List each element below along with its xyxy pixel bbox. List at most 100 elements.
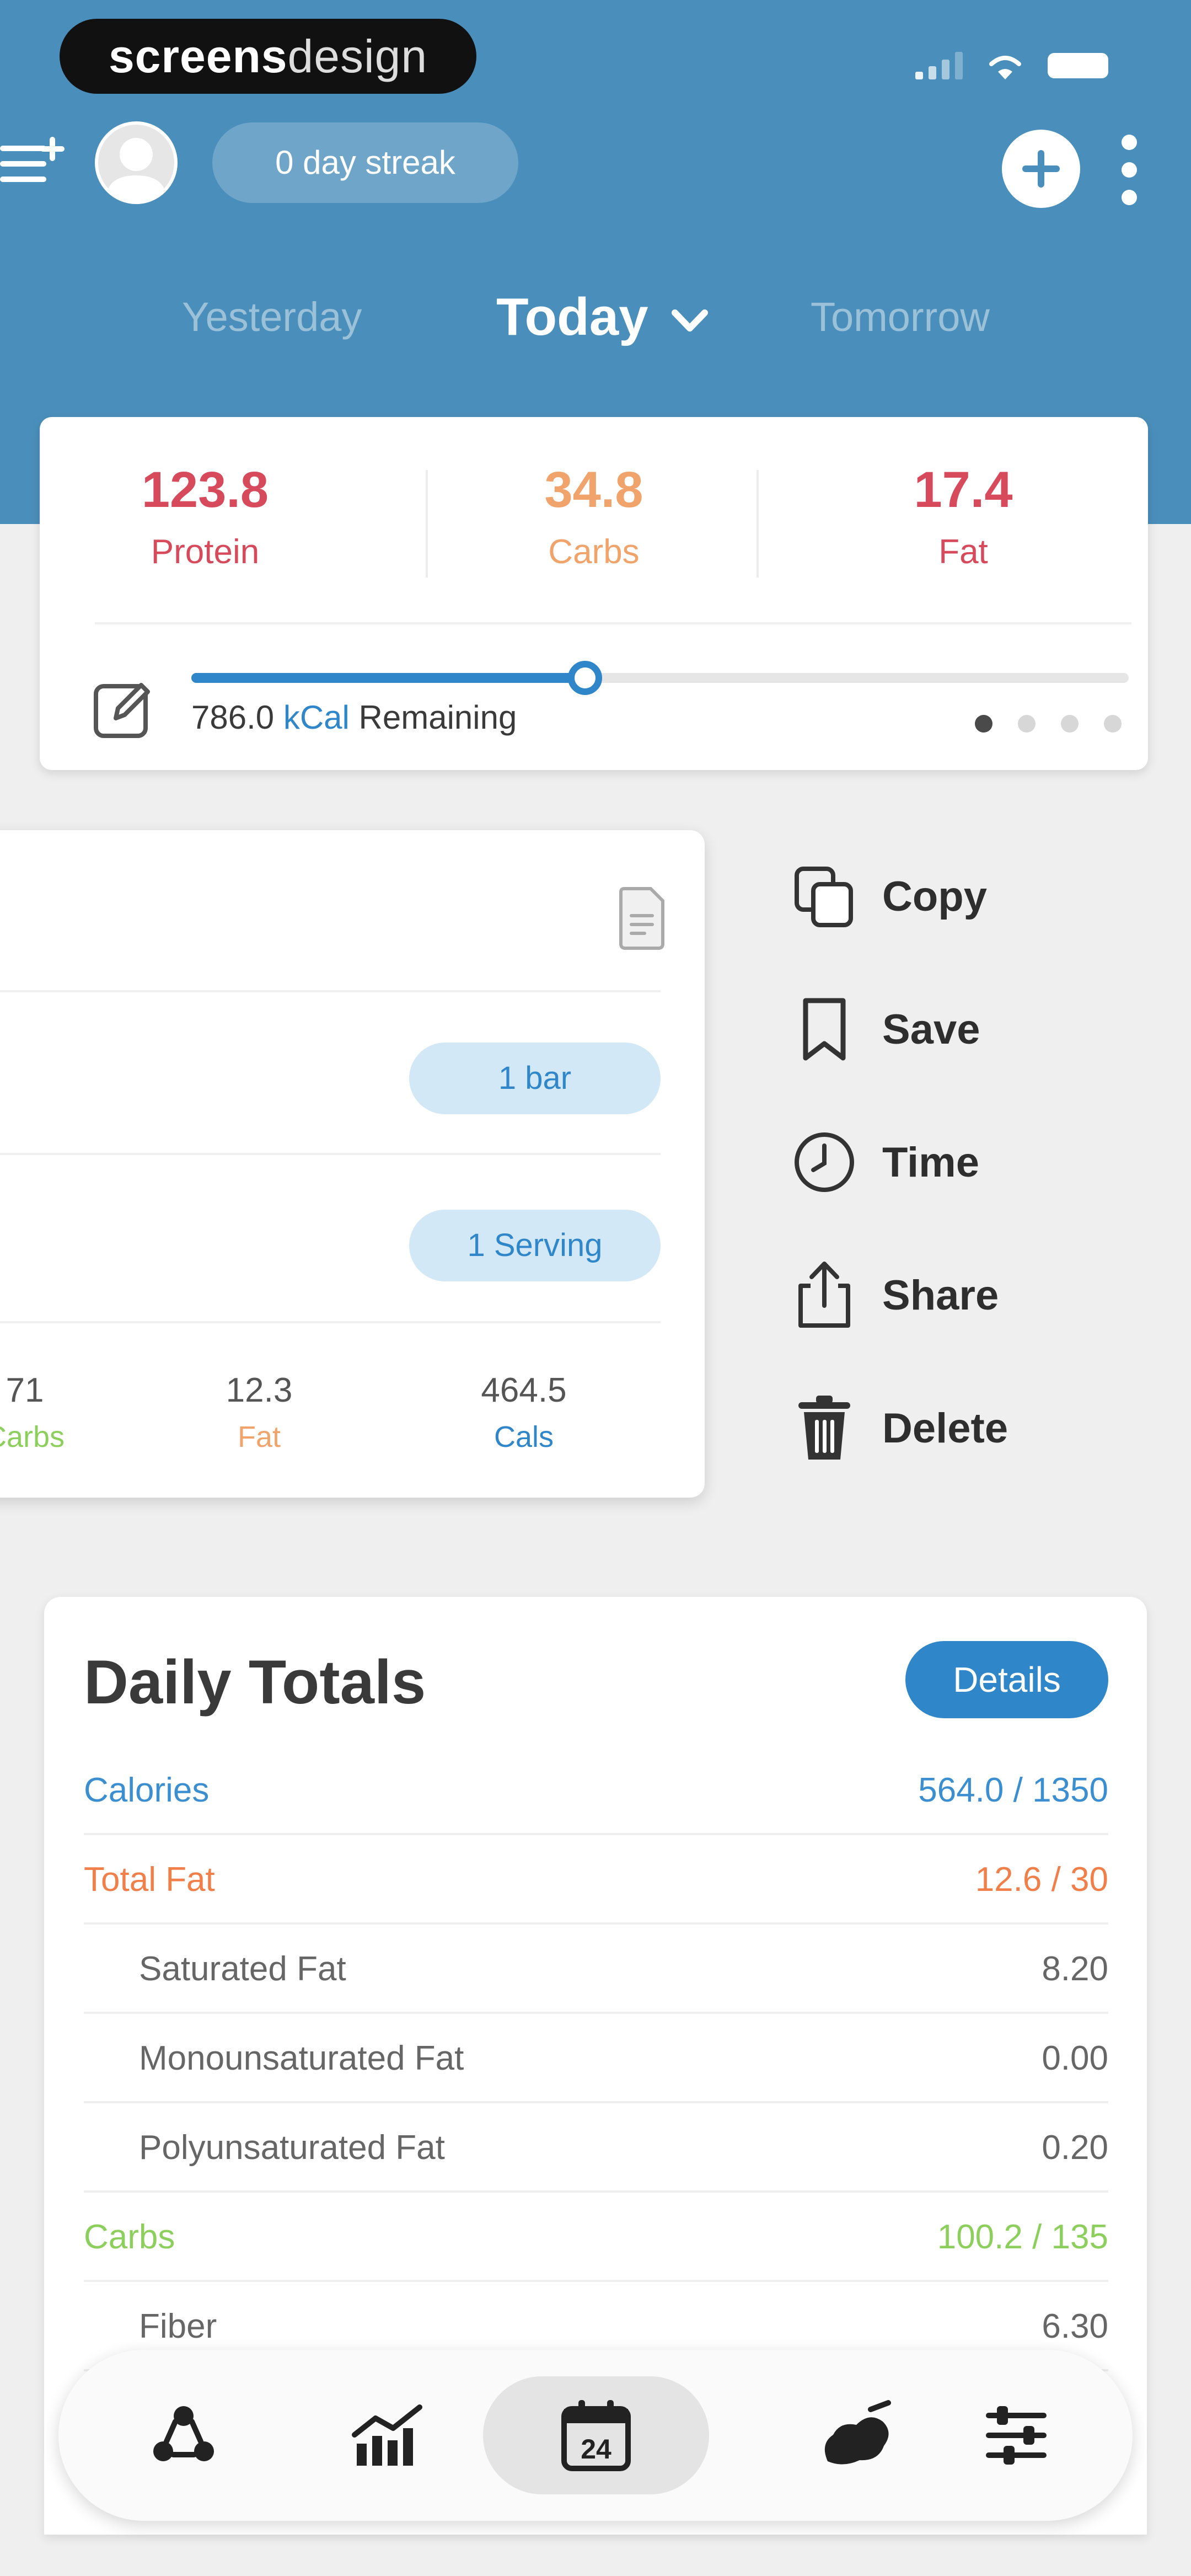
chart-icon xyxy=(352,2404,422,2466)
settings-sliders-icon xyxy=(986,2406,1047,2465)
fat-value: 17.4 xyxy=(914,462,1013,518)
divider xyxy=(0,1321,661,1323)
nav-settings[interactable] xyxy=(957,2376,1075,2494)
note-icon[interactable] xyxy=(618,886,666,950)
nutrient-row: Total Fat 12.6 / 30 xyxy=(84,1835,1108,1925)
add-food-button[interactable] xyxy=(1002,130,1080,208)
brand-logo: screensdesign xyxy=(60,19,476,94)
plus-icon xyxy=(1022,150,1060,188)
macro-summary-card[interactable]: 123.8 Protein 34.8 Carbs 17.4 Fat 786.0 … xyxy=(40,417,1148,770)
meal-fat-stat: 12.3 Fat xyxy=(215,1371,303,1454)
meal-fat-label: Fat xyxy=(237,1420,281,1453)
tab-today-label: Today xyxy=(496,287,648,346)
avatar[interactable] xyxy=(95,121,178,204)
signal-icon xyxy=(915,52,963,79)
meal-cals-label: Cals xyxy=(493,1420,554,1453)
save-action[interactable]: Save xyxy=(788,991,980,1068)
progress-handle[interactable] xyxy=(568,661,602,695)
delete-label: Delete xyxy=(882,1404,1008,1452)
nutrient-label: Saturated Fat xyxy=(139,1950,346,1988)
nutrient-value: 564.0 / 1350 xyxy=(918,1771,1108,1809)
remaining-unit: kCal xyxy=(283,699,350,736)
divider xyxy=(0,1153,661,1155)
nutrient-value: 0.00 xyxy=(1042,2039,1108,2077)
copy-icon xyxy=(795,867,853,927)
calories-remaining: 786.0 kCal Remaining xyxy=(191,698,517,736)
nutrient-row: Monounsaturated Fat 0.00 xyxy=(84,2014,1108,2103)
share-action[interactable]: Share xyxy=(788,1257,999,1334)
nutrient-row: Carbs 100.2 / 135 xyxy=(84,2193,1108,2282)
meal-carbs-stat: 71 Carbs xyxy=(0,1371,72,1454)
app-screen: screensdesign 0 day streak Yesterday Tod… xyxy=(0,0,1191,2576)
nutrient-label: Carbs xyxy=(84,2218,175,2256)
page-dot[interactable] xyxy=(975,715,993,733)
nutrient-value: 8.20 xyxy=(1042,1950,1108,1988)
chevron-down-icon xyxy=(672,309,709,332)
bottom-navigation: 24 xyxy=(58,2350,1133,2521)
nutrient-value: 100.2 / 135 xyxy=(937,2218,1108,2256)
nav-progress[interactable] xyxy=(329,2376,447,2494)
remaining-suffix: Remaining xyxy=(358,699,517,736)
nav-calendar[interactable]: 24 xyxy=(483,2376,709,2494)
trash-icon xyxy=(798,1396,850,1460)
carbs-label: Carbs xyxy=(548,533,640,571)
share-label: Share xyxy=(882,1271,999,1319)
meal-carbs-label: Carbs xyxy=(0,1420,65,1453)
delete-action[interactable]: Delete xyxy=(788,1389,1008,1467)
brand-bold: screens xyxy=(108,30,288,82)
brand-light: design xyxy=(287,30,428,82)
nutrient-label: Monounsaturated Fat xyxy=(139,2039,464,2077)
nav-recipes[interactable] xyxy=(125,2376,243,2494)
details-button[interactable]: Details xyxy=(905,1641,1108,1718)
recipes-icon xyxy=(153,2406,214,2461)
divider xyxy=(426,470,428,578)
nutrient-label: Total Fat xyxy=(84,1861,215,1899)
tab-today[interactable]: Today xyxy=(496,276,709,359)
serving-size-pill[interactable]: 1 bar xyxy=(409,1043,661,1114)
serving-size-pill[interactable]: 1 Serving xyxy=(409,1210,661,1281)
page-indicator[interactable] xyxy=(975,715,1122,733)
calorie-progress-bar[interactable] xyxy=(191,661,1129,695)
daily-totals-title: Daily Totals xyxy=(84,1648,426,1717)
fat-label: Fat xyxy=(938,533,988,571)
meal-carbs-value: 71 xyxy=(6,1371,44,1409)
nav-food[interactable] xyxy=(797,2376,915,2494)
nutrient-value: 0.20 xyxy=(1042,2129,1108,2167)
food-icon xyxy=(824,2400,891,2465)
streak-badge[interactable]: 0 day streak xyxy=(212,122,518,203)
divider xyxy=(757,470,759,578)
meal-cals-value: 464.5 xyxy=(481,1371,567,1409)
meal-cals-stat: 464.5 Cals xyxy=(463,1371,584,1454)
calendar-icon: 24 xyxy=(561,2400,631,2471)
share-icon xyxy=(798,1262,850,1328)
page-dot[interactable] xyxy=(1061,715,1079,733)
copy-label: Copy xyxy=(882,873,987,920)
page-dot[interactable] xyxy=(1018,715,1036,733)
more-options-icon[interactable] xyxy=(1117,131,1141,209)
fat-stat: 17.4 Fat xyxy=(798,461,1129,571)
save-label: Save xyxy=(882,1006,980,1053)
progress-fill xyxy=(191,673,585,683)
clock-icon xyxy=(795,1132,854,1192)
user-icon xyxy=(106,138,167,201)
copy-action[interactable]: Copy xyxy=(788,858,987,935)
carbs-stat: 34.8 Carbs xyxy=(428,461,759,571)
nutrient-value: 12.6 / 30 xyxy=(975,1861,1108,1899)
nutrient-row: Saturated Fat 8.20 xyxy=(84,1925,1108,2014)
protein-value: 123.8 xyxy=(141,462,269,518)
meal-fat-value: 12.3 xyxy=(226,1371,293,1409)
tab-yesterday[interactable]: Yesterday xyxy=(182,276,362,359)
divider xyxy=(0,990,661,992)
meal-card[interactable]: 1 bar 1 Serving 71 Carbs 12.3 Fat 464.5 … xyxy=(0,830,705,1498)
protein-stat: 123.8 Protein xyxy=(40,461,371,571)
page-dot[interactable] xyxy=(1104,715,1122,733)
nutrient-row: Calories 564.0 / 1350 xyxy=(84,1746,1108,1835)
time-action[interactable]: Time xyxy=(788,1124,979,1201)
edit-icon[interactable] xyxy=(90,676,157,742)
wifi-icon xyxy=(989,56,1021,79)
divider xyxy=(95,622,1131,624)
list-add-icon[interactable] xyxy=(0,130,65,195)
nutrient-label: Calories xyxy=(84,1771,210,1809)
time-label: Time xyxy=(882,1139,980,1186)
tab-tomorrow[interactable]: Tomorrow xyxy=(811,276,990,359)
